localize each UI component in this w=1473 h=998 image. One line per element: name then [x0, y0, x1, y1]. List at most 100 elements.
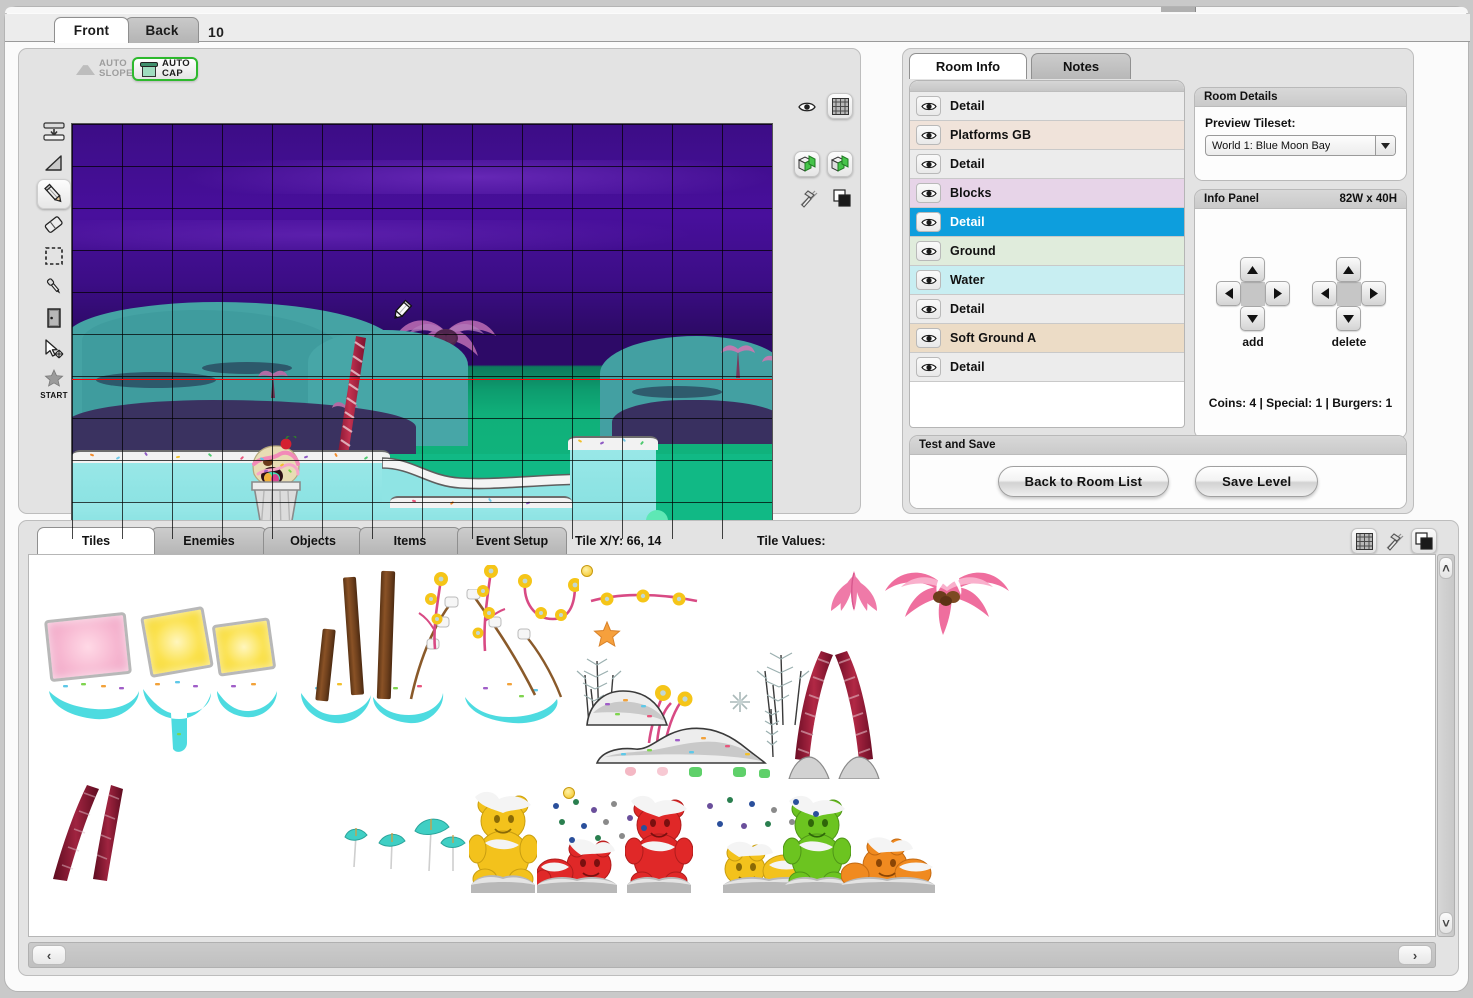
back-to-room-list-button[interactable]: Back to Room List	[997, 466, 1170, 497]
marquee-select-tool[interactable]	[37, 241, 71, 271]
level-canvas[interactable]	[71, 123, 773, 540]
auto-cap-button[interactable]: AUTO CAP	[132, 57, 198, 81]
grid-toggle-icon[interactable]	[827, 93, 853, 119]
copy-layer-front-icon[interactable]	[794, 151, 820, 177]
layer-row[interactable]: Detail	[910, 353, 1184, 382]
layer-visibility-eye-icon[interactable]	[916, 154, 941, 174]
mini-candy-3[interactable]	[689, 767, 702, 777]
door-tool[interactable]	[37, 303, 71, 333]
gummy-bear-yellow-standing[interactable]	[467, 787, 539, 900]
layer-visibility-eye-icon[interactable]	[916, 270, 941, 290]
jelly-tile-lemon-small[interactable]	[211, 617, 277, 677]
tab-room-info[interactable]: Room Info	[909, 53, 1027, 79]
confetti-cluster-1[interactable]	[545, 795, 665, 855]
layers-stack-tool[interactable]	[37, 117, 71, 147]
layer-order-icon[interactable]	[829, 185, 855, 211]
umbrella-tile-2[interactable]	[377, 829, 407, 876]
eyedropper-tool[interactable]	[37, 272, 71, 302]
tab-enemies[interactable]: Enemies	[151, 527, 267, 554]
mini-candy-5[interactable]	[759, 769, 770, 778]
layer-row[interactable]: Detail	[910, 92, 1184, 121]
tab-event-setup[interactable]: Event Setup	[457, 527, 567, 554]
delete-up-button[interactable]	[1336, 257, 1361, 282]
flower-vine-horizontal[interactable]	[589, 587, 699, 624]
layer-row[interactable]: Water	[910, 266, 1184, 295]
add-up-button[interactable]	[1240, 257, 1265, 282]
tools-hammer-icon[interactable]	[795, 185, 821, 211]
jelly-tile-lemon-large[interactable]	[140, 605, 214, 679]
move-cursor-tool[interactable]	[37, 334, 71, 364]
delete-right-button[interactable]	[1361, 281, 1386, 306]
flower-spray-1[interactable]	[415, 571, 459, 658]
scroll-left-button[interactable]: ‹	[32, 945, 66, 965]
tab-tiles[interactable]: Tiles	[37, 527, 155, 554]
add-left-button[interactable]	[1216, 281, 1241, 306]
tab-back[interactable]: Back	[125, 17, 199, 43]
jelly-tile-pink[interactable]	[43, 611, 133, 683]
layer-row[interactable]: Ground	[910, 237, 1184, 266]
coin-tile-1[interactable]	[581, 565, 593, 577]
frosting-tile-3[interactable]	[215, 673, 279, 730]
layer-row[interactable]: Blocks	[910, 179, 1184, 208]
palette-horizontal-scrollbar[interactable]: ‹ ›	[28, 942, 1436, 968]
palette-layer-order-icon[interactable]	[1411, 528, 1437, 554]
frosting-tile-1[interactable]	[47, 673, 141, 730]
add-right-button[interactable]	[1265, 281, 1290, 306]
save-level-button[interactable]: Save Level	[1195, 466, 1319, 497]
licorice-pair-tile[interactable]	[49, 783, 153, 888]
layer-visibility-eye-icon[interactable]	[916, 125, 941, 145]
umbrella-tile-1[interactable]	[343, 825, 369, 874]
auto-slope-button[interactable]: AUTO SLOPE	[70, 57, 139, 81]
tab-notes[interactable]: Notes	[1031, 53, 1131, 79]
mini-candy-4[interactable]	[733, 767, 746, 777]
delete-down-button[interactable]	[1336, 306, 1361, 331]
sprinkle-ground-chunk-2[interactable]	[595, 719, 767, 770]
mini-candy-1[interactable]	[625, 767, 636, 776]
palette-vertical-scrollbar[interactable]: ˄ ˅	[1437, 554, 1455, 937]
snowflake-tile[interactable]	[729, 691, 751, 718]
licorice-arch-tile[interactable]	[787, 643, 881, 784]
layer-row[interactable]: Soft Ground A	[910, 324, 1184, 353]
confetti-cluster-2[interactable]	[701, 793, 831, 847]
pink-palm-tree-tile-a[interactable]	[883, 563, 1011, 642]
tab-items[interactable]: Items	[359, 527, 461, 554]
tile-palette-grid[interactable]	[28, 554, 1436, 937]
layer-visibility-eye-icon[interactable]	[916, 212, 941, 232]
layer-visibility-eye-icon[interactable]	[916, 357, 941, 377]
delete-left-button[interactable]	[1312, 281, 1337, 306]
coin-tile-2[interactable]	[563, 787, 575, 799]
layer-row[interactable]: Detail	[910, 208, 1184, 237]
layer-visibility-eye-icon[interactable]	[916, 241, 941, 261]
flower-spray-3[interactable]	[517, 571, 582, 656]
layer-visibility-eye-icon[interactable]	[916, 183, 941, 203]
start-marker-tool[interactable]: START	[37, 365, 71, 400]
tab-front[interactable]: Front	[54, 17, 129, 43]
frosting-tile-2[interactable]	[141, 673, 213, 762]
scroll-up-button[interactable]: ˄	[1439, 557, 1453, 579]
layer-visibility-eye-icon[interactable]	[916, 328, 941, 348]
chevron-down-icon: ˅	[1442, 915, 1450, 931]
layer-visibility-eye-icon[interactable]	[916, 96, 941, 116]
tab-objects[interactable]: Objects	[263, 527, 363, 554]
gummy-bear-orange-lying[interactable]	[840, 835, 935, 900]
eye-visibility-icon[interactable]	[794, 94, 820, 120]
layer-row[interactable]: Detail	[910, 150, 1184, 179]
eraser-tool[interactable]	[37, 210, 71, 240]
palette-grid-toggle-icon[interactable]	[1351, 528, 1377, 554]
preview-tileset-select[interactable]: World 1: Blue Moon Bay	[1205, 135, 1396, 156]
chevron-down-icon[interactable]	[1375, 136, 1395, 155]
add-down-button[interactable]	[1240, 306, 1265, 331]
flower-spray-2[interactable]	[461, 564, 511, 660]
palette-tools-hammer-icon[interactable]	[1381, 528, 1407, 554]
layer-row[interactable]: Detail	[910, 295, 1184, 324]
mini-candy-2[interactable]	[657, 767, 668, 776]
copy-layer-back-icon[interactable]	[827, 151, 853, 177]
layer-row[interactable]: Platforms GB	[910, 121, 1184, 150]
slope-tool[interactable]	[37, 148, 71, 178]
scroll-down-button[interactable]: ˅	[1439, 912, 1453, 934]
umbrella-tile-3[interactable]	[411, 813, 467, 878]
scroll-right-button[interactable]: ›	[1398, 945, 1432, 965]
pink-lotus-tile[interactable]	[825, 569, 883, 618]
pencil-tool[interactable]	[37, 179, 71, 209]
layer-visibility-eye-icon[interactable]	[916, 299, 941, 319]
